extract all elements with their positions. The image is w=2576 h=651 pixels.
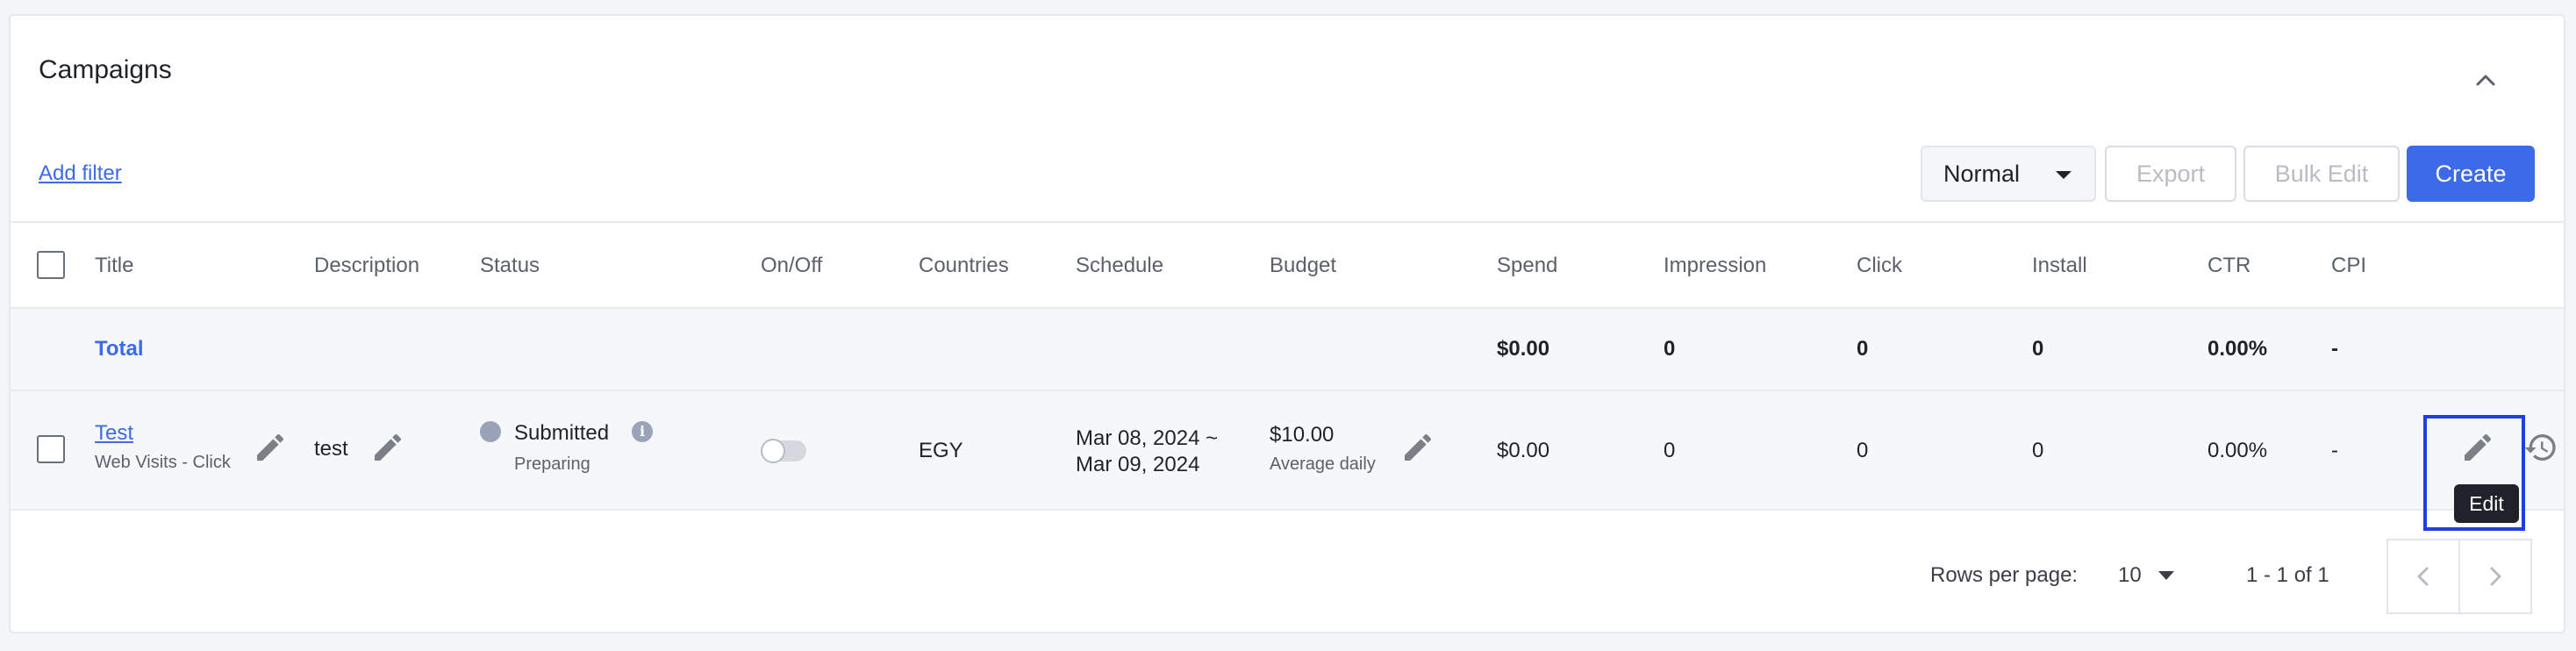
prev-page-button[interactable]: [2386, 539, 2460, 614]
countries-value: EGY: [919, 439, 963, 462]
total-row: Total $0.00 0 0 0 0.00% -: [11, 309, 2564, 390]
cpi-value: -: [2331, 439, 2338, 462]
schedule-end: Mar 09, 2024: [1076, 453, 1200, 476]
rows-per-page-label: Rows per page:: [1930, 563, 2079, 587]
budget-value: $10.00: [1270, 423, 1335, 447]
ctr-value: 0.00%: [2207, 439, 2268, 462]
page-title: Campaigns: [39, 55, 172, 84]
col-budget[interactable]: Budget: [1270, 254, 1336, 278]
col-click[interactable]: Click: [1857, 254, 1902, 278]
divider: [11, 221, 2564, 223]
total-click: 0: [1857, 337, 1869, 361]
bulk-edit-button[interactable]: Bulk Edit: [2243, 146, 2400, 202]
status-dot: [480, 421, 501, 442]
status-badge: Submitted: [514, 421, 610, 445]
description-value: test: [314, 437, 348, 461]
total-cpi: -: [2331, 337, 2338, 361]
col-install[interactable]: Install: [2032, 254, 2087, 278]
col-on-off[interactable]: On/Off: [761, 254, 822, 278]
view-select-value: Normal: [1943, 160, 2021, 187]
edit-tooltip: Edit: [2454, 484, 2519, 523]
on-off-toggle[interactable]: [761, 439, 806, 463]
pagination-range: 1 - 1 of 1: [2246, 563, 2329, 587]
create-button[interactable]: Create: [2407, 146, 2535, 202]
chevron-right-icon: [2490, 567, 2501, 586]
col-countries[interactable]: Countries: [919, 254, 1009, 278]
campaign-type: Web Visits - Click: [95, 453, 231, 472]
total-spend: $0.00: [1497, 337, 1550, 361]
col-title[interactable]: Title: [95, 254, 133, 278]
status-sub: Preparing: [514, 454, 590, 474]
toggle-knob: [761, 439, 785, 463]
col-impression[interactable]: Impression: [1664, 254, 1766, 278]
chevron-left-icon: [2417, 567, 2429, 586]
pencil-icon[interactable]: [253, 430, 288, 465]
export-button[interactable]: Export: [2105, 146, 2236, 202]
campaign-title-link[interactable]: Test: [95, 421, 133, 446]
col-status[interactable]: Status: [480, 254, 540, 278]
pencil-icon[interactable]: [370, 430, 405, 465]
select-all-checkbox[interactable]: [37, 251, 65, 279]
add-filter-link[interactable]: Add filter: [39, 161, 122, 186]
table-row: Test Web Visits - Click test Submitted i…: [11, 391, 2564, 509]
caret-down-icon[interactable]: [2157, 569, 2176, 583]
col-schedule[interactable]: Schedule: [1076, 254, 1163, 278]
history-icon[interactable]: [2523, 430, 2558, 465]
divider: [11, 509, 2564, 511]
col-spend[interactable]: Spend: [1497, 254, 1557, 278]
budget-sub: Average daily: [1270, 454, 1376, 474]
total-label: Total: [95, 337, 144, 361]
install-value: 0: [2032, 439, 2044, 462]
total-install: 0: [2032, 337, 2044, 361]
campaigns-card: Campaigns Add filter Normal Export Bulk …: [9, 14, 2565, 633]
view-select[interactable]: Normal: [1921, 146, 2096, 202]
col-description[interactable]: Description: [314, 254, 419, 278]
pencil-icon[interactable]: [1400, 430, 1435, 465]
click-value: 0: [1857, 439, 1869, 462]
rows-per-page-select[interactable]: 10: [2118, 563, 2142, 588]
info-icon[interactable]: i: [632, 421, 653, 442]
col-ctr[interactable]: CTR: [2207, 254, 2250, 278]
impression-value: 0: [1664, 439, 1676, 462]
spend-value: $0.00: [1497, 439, 1550, 462]
total-ctr: 0.00%: [2207, 337, 2268, 361]
chevron-up-icon[interactable]: [2471, 67, 2501, 93]
total-impression: 0: [1664, 337, 1676, 361]
caret-down-icon: [2056, 171, 2072, 179]
schedule-start: Mar 08, 2024 ~: [1076, 426, 1219, 450]
next-page-button[interactable]: [2458, 539, 2532, 614]
row-checkbox[interactable]: [37, 435, 65, 463]
col-cpi[interactable]: CPI: [2331, 254, 2366, 278]
